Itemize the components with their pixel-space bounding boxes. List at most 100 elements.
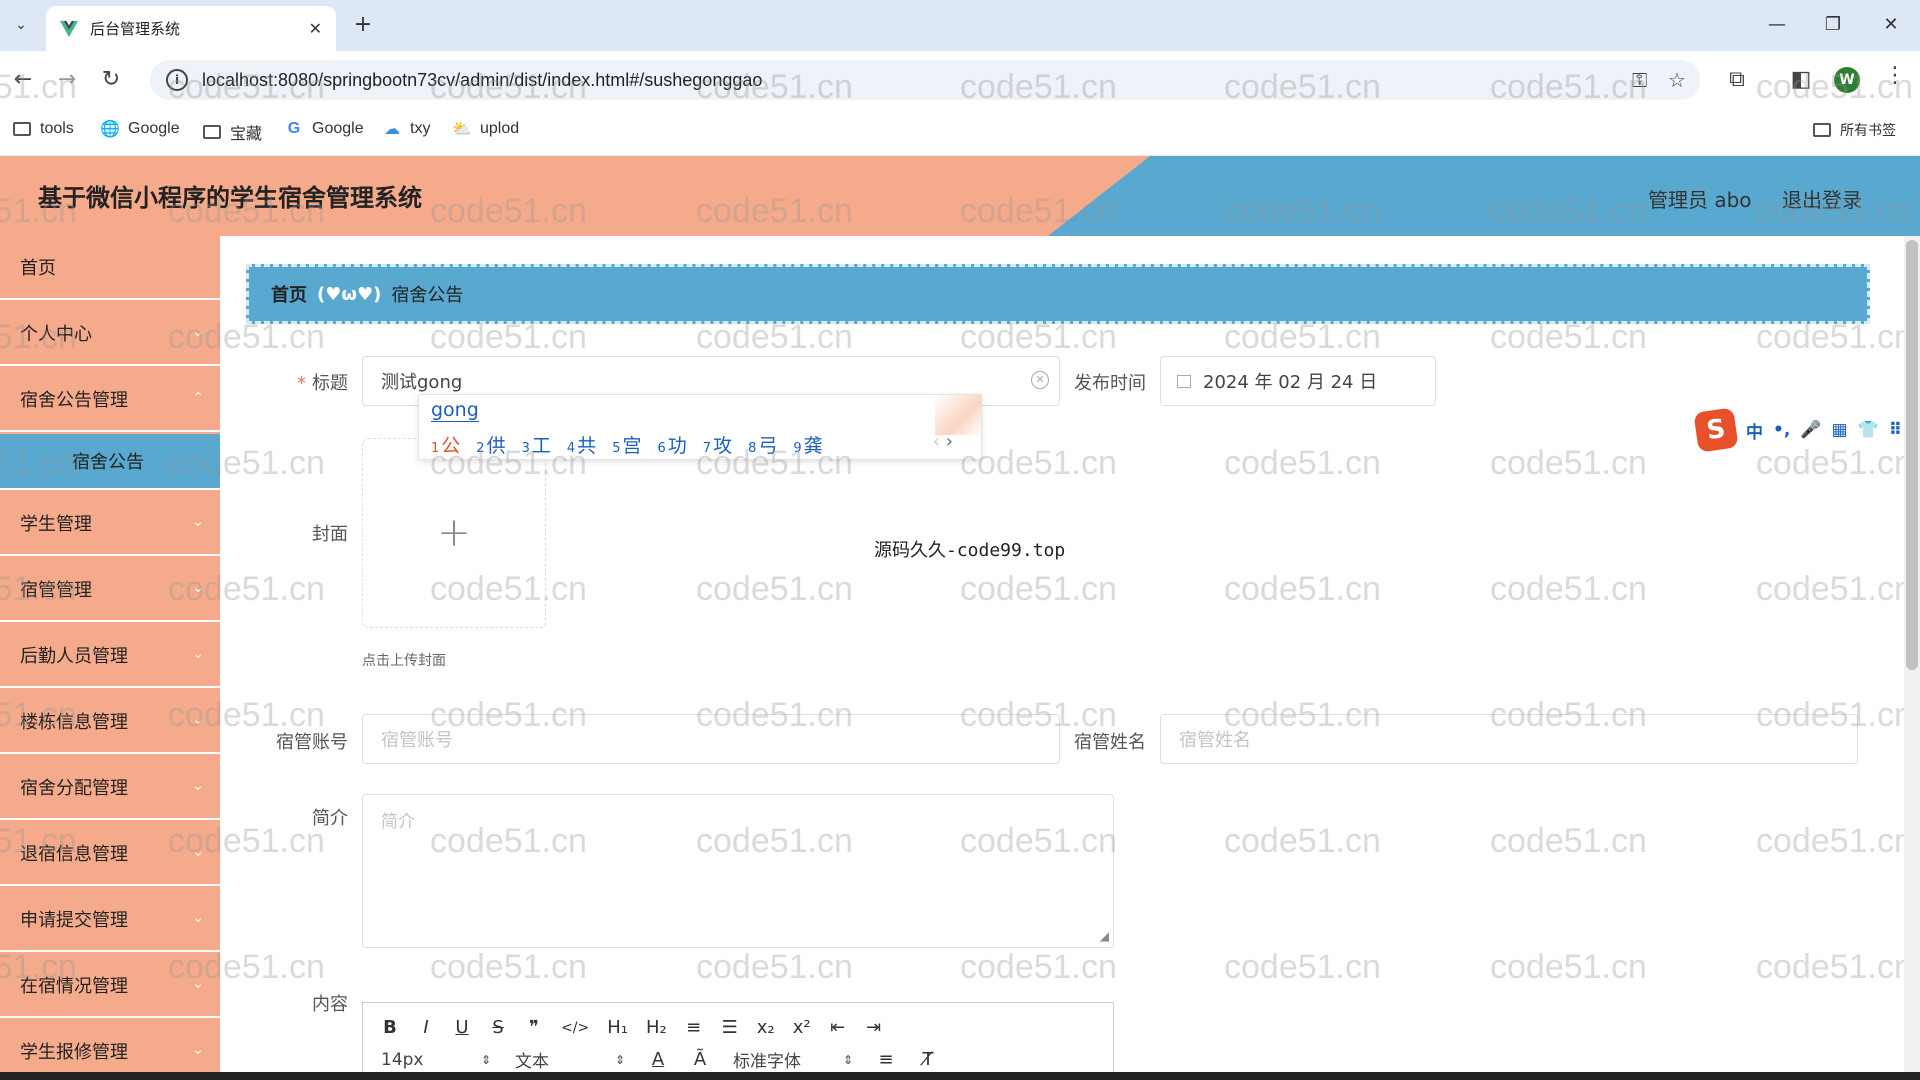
content-label: 内容 bbox=[312, 994, 348, 1015]
ime-keyboard-icon[interactable]: ▦ bbox=[1832, 420, 1848, 440]
ime-candidate[interactable]: 4共 bbox=[567, 431, 596, 458]
resize-grip-icon[interactable]: ◢ bbox=[1100, 929, 1109, 943]
window-close-icon[interactable]: ✕ bbox=[1876, 12, 1906, 38]
tab-search-icon[interactable]: ⌄ bbox=[8, 12, 34, 38]
bookmark-txy[interactable]: ☁ txy bbox=[382, 120, 430, 138]
superscript-button[interactable]: x² bbox=[793, 1017, 811, 1038]
subscript-button[interactable]: x₂ bbox=[757, 1017, 775, 1038]
site-info-icon[interactable]: i bbox=[166, 69, 188, 91]
profile-avatar[interactable]: W bbox=[1834, 67, 1860, 93]
select-arrows-icon: ⇕ bbox=[842, 1052, 853, 1067]
clear-format-icon[interactable]: T̸ bbox=[919, 1049, 937, 1070]
restore-icon[interactable]: ❐ bbox=[1818, 12, 1848, 38]
ime-candidate[interactable]: 9龚 bbox=[793, 431, 822, 458]
italic-button[interactable]: I bbox=[417, 1017, 435, 1038]
new-tab-icon[interactable]: + bbox=[350, 12, 376, 38]
sidebar-item-profile[interactable]: 个人中心 ⌄ bbox=[0, 302, 220, 366]
outdent-button[interactable]: ⇤ bbox=[829, 1017, 847, 1038]
ime-candidate[interactable]: 3工 bbox=[522, 431, 551, 458]
sidebar-item-repairs[interactable]: 学生报修管理 ⌄ bbox=[0, 1020, 220, 1080]
tab-close-icon[interactable]: ✕ bbox=[309, 19, 322, 38]
ordered-list-button[interactable]: ≡ bbox=[685, 1017, 703, 1038]
ime-composition: gong bbox=[431, 399, 479, 422]
sidebar-item-checkout[interactable]: 退宿信息管理 ⌄ bbox=[0, 822, 220, 886]
ime-page-nav[interactable]: ‹ › bbox=[933, 431, 953, 452]
vue-logo-icon bbox=[60, 20, 78, 37]
select-arrows-icon: ⇕ bbox=[614, 1052, 625, 1067]
ime-punct-toggle[interactable]: •, bbox=[1773, 420, 1790, 440]
ime-voice-icon[interactable]: 🎤 bbox=[1800, 420, 1821, 440]
name-input[interactable]: 宿管姓名 bbox=[1160, 714, 1858, 764]
underline-button[interactable]: U bbox=[453, 1017, 471, 1038]
page-scrollbar-thumb[interactable] bbox=[1906, 240, 1918, 670]
h1-button[interactable]: H₁ bbox=[607, 1017, 628, 1038]
font-family-select[interactable]: 标准字体 ⇕ bbox=[733, 1047, 853, 1072]
bookmark-treasure[interactable]: 宝藏 bbox=[202, 120, 262, 144]
forward-icon[interactable]: → bbox=[52, 65, 82, 95]
ime-candidate[interactable]: 8弓 bbox=[748, 431, 777, 458]
sidebar-item-students[interactable]: 学生管理 ⌄ bbox=[0, 492, 220, 556]
watermark-source-text: 源码久久-code99.top bbox=[874, 540, 1066, 561]
background-color-icon[interactable]: Ã bbox=[691, 1049, 709, 1070]
bookmark-google-2[interactable]: G Google bbox=[284, 120, 364, 138]
chevron-up-icon: ⌃ bbox=[192, 390, 204, 406]
cover-upload-area[interactable]: + bbox=[362, 438, 546, 628]
side-panel-icon[interactable]: ◧ bbox=[1786, 65, 1816, 95]
chevron-down-icon: ⌄ bbox=[192, 910, 204, 926]
browser-menu-icon[interactable]: ⋮ bbox=[1884, 63, 1906, 88]
password-key-icon[interactable]: ⚿ bbox=[1632, 68, 1647, 92]
logout-button[interactable]: 退出登录 bbox=[1782, 184, 1862, 213]
sidebar-item-notice[interactable]: 宿舍公告 bbox=[0, 434, 220, 490]
sidebar-item-logistics[interactable]: 后勤人员管理 ⌄ bbox=[0, 624, 220, 688]
ime-skin-icon[interactable]: 👕 bbox=[1858, 420, 1879, 440]
bullet-list-button[interactable]: ☰ bbox=[721, 1017, 739, 1038]
bookmark-star-icon[interactable]: ☆ bbox=[1668, 68, 1686, 92]
breadcrumb-home[interactable]: 首页 bbox=[271, 281, 307, 307]
ime-candidate[interactable]: 1公 bbox=[431, 431, 460, 458]
all-bookmarks[interactable]: 所有书签 bbox=[1812, 120, 1896, 140]
text-type-select[interactable]: 文本 ⇕ bbox=[515, 1047, 625, 1072]
ime-status-bar: S 中 •, 🎤 ▦ 👕 ⠿ bbox=[1693, 407, 1920, 453]
blockquote-button[interactable]: ❞ bbox=[525, 1017, 543, 1038]
sidebar-item-residence[interactable]: 在宿情况管理 ⌄ bbox=[0, 954, 220, 1018]
rich-text-editor: B I U S ❞ </> H₁ H₂ ≡ ☰ x₂ x² ⇤ ⇥ 14px ⇕ … bbox=[362, 1002, 1114, 1080]
ime-candidate[interactable]: 5宫 bbox=[612, 431, 641, 458]
font-size-select[interactable]: 14px ⇕ bbox=[381, 1050, 491, 1070]
bookmark-google-1[interactable]: 🌐 Google bbox=[100, 120, 180, 138]
code-button[interactable]: </> bbox=[561, 1020, 589, 1036]
ime-lang-toggle[interactable]: 中 bbox=[1746, 418, 1763, 443]
strike-button[interactable]: S bbox=[489, 1017, 507, 1038]
align-icon[interactable]: ≡ bbox=[877, 1049, 895, 1070]
sidebar-item-applications[interactable]: 申请提交管理 ⌄ bbox=[0, 888, 220, 952]
reload-icon[interactable]: ↻ bbox=[96, 65, 126, 95]
bookmark-tools[interactable]: tools bbox=[12, 120, 74, 138]
ime-candidates: 1公 2供 3工 4共 5宫 6功 7攻 8弓 9龚 bbox=[431, 431, 823, 458]
sidebar-item-dorm-managers[interactable]: 宿管管理 ⌄ bbox=[0, 558, 220, 622]
sidebar-item-allocation[interactable]: 宿舍分配管理 ⌄ bbox=[0, 756, 220, 820]
chevron-down-icon: ⌄ bbox=[192, 324, 204, 340]
app-header: 基于微信小程序的学生宿舍管理系统 管理员 abo 退出登录 bbox=[0, 156, 1920, 236]
sidebar-item-notice-mgmt[interactable]: 宿舍公告管理 ⌃ bbox=[0, 368, 220, 432]
tab-title: 后台管理系统 bbox=[90, 20, 181, 38]
ime-candidate[interactable]: 7攻 bbox=[703, 431, 732, 458]
browser-tab[interactable]: 后台管理系统 ✕ bbox=[46, 6, 336, 51]
sidebar-item-home[interactable]: 首页 bbox=[0, 236, 220, 300]
ime-tools-icon[interactable]: ⠿ bbox=[1889, 420, 1902, 440]
back-icon[interactable]: ← bbox=[8, 65, 38, 95]
font-color-icon[interactable]: A bbox=[649, 1049, 667, 1070]
omnibox[interactable]: i localhost:8080/springbootn73cv/admin/d… bbox=[150, 60, 1700, 100]
sidebar-item-buildings[interactable]: 楼栋信息管理 ⌄ bbox=[0, 690, 220, 754]
account-input[interactable]: 宿管账号 bbox=[362, 714, 1060, 764]
minimize-icon[interactable]: — bbox=[1762, 12, 1792, 38]
ime-candidate[interactable]: 2供 bbox=[476, 431, 505, 458]
url-text[interactable]: localhost:8080/springbootn73cv/admin/dis… bbox=[202, 70, 762, 91]
extensions-icon[interactable]: ⧉ bbox=[1722, 65, 1752, 95]
bold-button[interactable]: B bbox=[381, 1017, 399, 1038]
sogou-logo-icon[interactable]: S bbox=[1693, 407, 1739, 453]
h2-button[interactable]: H₂ bbox=[646, 1017, 667, 1038]
bookmark-uplod[interactable]: ⛅ uplod bbox=[452, 120, 519, 138]
publish-date-picker[interactable]: 2024 年 02 月 24 日 bbox=[1160, 356, 1436, 406]
intro-textarea[interactable]: 简介 ◢ bbox=[362, 794, 1114, 948]
ime-candidate[interactable]: 6功 bbox=[657, 431, 686, 458]
indent-button[interactable]: ⇥ bbox=[865, 1017, 883, 1038]
